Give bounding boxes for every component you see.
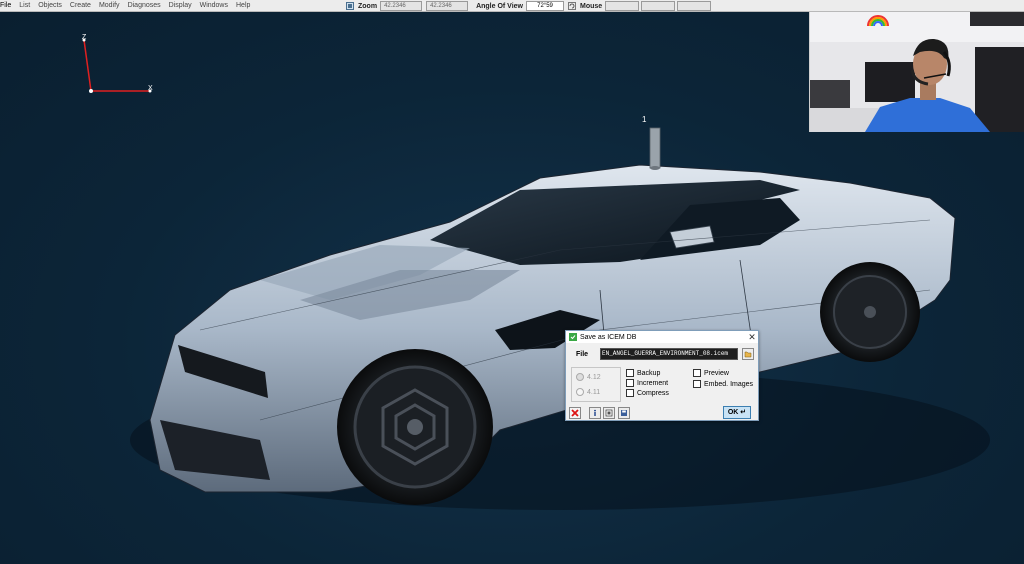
save-as-dialog: Save as ICEM DB ✕ File EN_ANGEL_GUERRA_E… — [565, 330, 759, 421]
image-icon[interactable] — [603, 407, 615, 419]
ok-label: OK — [727, 409, 739, 416]
compress-checkbox[interactable]: Compress — [626, 389, 669, 397]
menu-modify[interactable]: Modify — [95, 0, 124, 11]
menu-file[interactable]: File — [0, 0, 15, 11]
file-name-input[interactable]: EN_ANGEL_GUERRA_ENVIRONMENT_08.icem — [600, 348, 738, 360]
menu-help[interactable]: Help — [232, 0, 254, 11]
file-name-value: EN_ANGEL_GUERRA_ENVIRONMENT_08.icem — [601, 349, 737, 359]
mouse-field-2 — [641, 1, 676, 11]
embed-images-checkbox[interactable]: Embed. Images — [693, 380, 753, 388]
backup-checkbox[interactable]: Backup — [626, 369, 660, 377]
menu-objects[interactable]: Objects — [34, 0, 66, 11]
cancel-x-icon[interactable] — [569, 407, 581, 419]
version-group: 4.12 4.11 — [571, 367, 621, 402]
zoom-icon[interactable] — [346, 2, 354, 10]
menu-diagnoses[interactable]: Diagnoses — [124, 0, 165, 11]
menu-create[interactable]: Create — [66, 0, 95, 11]
backup-label: Backup — [637, 369, 661, 377]
webcam-overlay — [809, 12, 1024, 132]
file-label: File — [576, 351, 589, 358]
app-icon — [569, 333, 577, 341]
version-4-11-label: 4.11 — [587, 388, 601, 396]
marker-label: 1 — [642, 115, 647, 124]
menu-windows[interactable]: Windows — [196, 0, 232, 11]
enter-icon: ↵ — [740, 409, 747, 416]
preview-label: Preview — [704, 369, 729, 377]
angle-of-view-field[interactable]: 72°59 — [526, 1, 564, 11]
compress-label: Compress — [637, 389, 669, 397]
version-4-12-radio[interactable]: 4.12 — [576, 373, 601, 381]
browse-folder-icon[interactable] — [742, 348, 754, 360]
mouse-field-1 — [605, 1, 640, 11]
angle-of-view-label: Angle Of View — [476, 2, 523, 10]
marker-pin[interactable] — [649, 127, 661, 170]
increment-checkbox[interactable]: Increment — [626, 379, 668, 387]
increment-label: Increment — [637, 379, 669, 387]
info-icon[interactable] — [589, 407, 601, 419]
version-4-12-label: 4.12 — [587, 373, 601, 381]
mouse-field-3 — [677, 1, 712, 11]
menu-bar: File List Objects Create Modify Diagnose… — [0, 0, 1024, 12]
dialog-titlebar: Save as ICEM DB ✕ — [566, 331, 758, 343]
view-toolbar: Zoom 42.2346 42.2346 Angle Of View 72°59… — [346, 1, 712, 11]
webcam-image — [810, 12, 1024, 132]
zoom-label: Zoom — [358, 2, 378, 10]
close-icon[interactable]: ✕ — [746, 331, 758, 343]
mouse-label: Mouse — [580, 2, 603, 10]
menu-display[interactable]: Display — [165, 0, 196, 11]
embed-images-label: Embed. Images — [704, 380, 754, 388]
preview-checkbox[interactable]: Preview — [693, 369, 729, 377]
axis-z-label: Z — [82, 34, 87, 41]
version-4-11-radio[interactable]: 4.11 — [576, 388, 600, 396]
zoom-field-1[interactable]: 42.2346 — [380, 1, 423, 11]
axis-x-label: X — [148, 85, 153, 92]
dialog-title: Save as ICEM DB — [580, 333, 637, 341]
menu-list[interactable]: List — [15, 0, 34, 11]
save-disk-icon[interactable] — [618, 407, 630, 419]
axis-triad — [82, 38, 152, 93]
ok-button[interactable]: OK ↵ — [723, 406, 751, 419]
reset-view-icon[interactable] — [568, 2, 576, 10]
zoom-field-2[interactable]: 42.2346 — [426, 1, 469, 11]
